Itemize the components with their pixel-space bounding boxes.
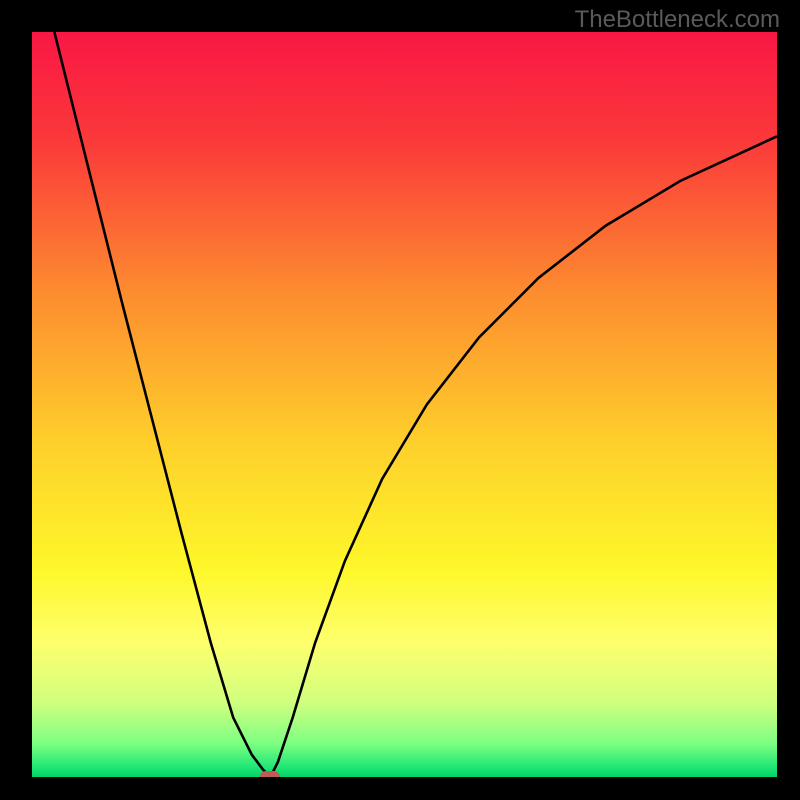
curve-right-segment <box>270 136 777 777</box>
curve-left-segment <box>54 32 270 777</box>
optimal-point-marker <box>260 771 280 777</box>
bottleneck-curve <box>32 32 777 777</box>
plot-area <box>32 32 777 777</box>
watermark-label: TheBottleneck.com <box>575 6 780 34</box>
